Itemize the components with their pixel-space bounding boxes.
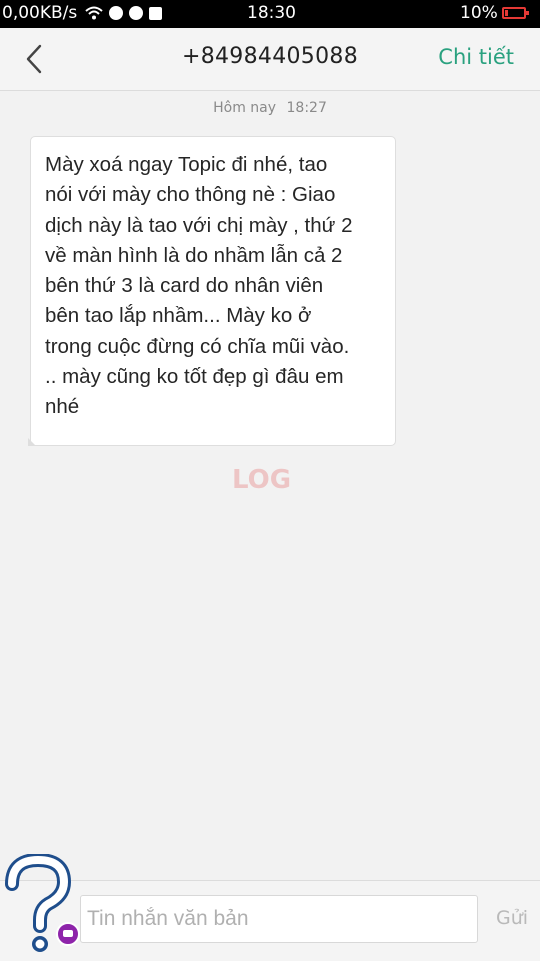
- date-stamp: Hôm nay 18:27: [0, 100, 540, 116]
- facebook-icon: [149, 6, 163, 20]
- message-line: trong cuộc đừng có chĩa mũi vào.: [45, 334, 350, 358]
- network-speed: 0,00KB/s: [2, 3, 78, 23]
- message-line: .. mày cũng ko tốt đẹp gì đâu em: [45, 365, 344, 389]
- chrome-icon: [109, 6, 124, 20]
- message-line: Mày xoá ngay Topic đi nhé, tao: [45, 153, 328, 176]
- battery-percent: 10%: [460, 3, 498, 23]
- status-left: 0,00KB/s: [0, 3, 163, 23]
- help-question-icon[interactable]: [0, 854, 84, 960]
- battery-icon: [502, 7, 529, 19]
- message-line: bên tao lắp nhầm... Mày ko ở: [45, 304, 312, 328]
- bubble-tail: [28, 438, 36, 446]
- message-input[interactable]: [80, 895, 478, 943]
- status-time: 18:30: [247, 3, 296, 23]
- date-label: Hôm nay: [213, 100, 277, 116]
- conversation-header: +84984405088 Chi tiết: [0, 28, 540, 91]
- message-line: về màn hình là do nhầm lẫn cả 2: [45, 243, 343, 267]
- watermark-text: LOG: [232, 465, 291, 495]
- message-line: bên thứ 3 là card do nhân viên: [45, 274, 324, 298]
- date-time: 18:27: [286, 100, 327, 116]
- message-line: dịch này là tao với chị mày , thứ 2: [45, 213, 353, 237]
- wifi-icon: [85, 6, 103, 20]
- message-line: nhé: [45, 395, 80, 419]
- send-button[interactable]: Gửi: [496, 907, 528, 929]
- detail-button[interactable]: Chi tiết: [438, 45, 514, 69]
- watermark-logo: LOG: [232, 465, 291, 495]
- messenger-icon: [129, 6, 144, 20]
- incoming-message-bubble[interactable]: Mày xoá ngay Topic đi nhé, tao nói với m…: [30, 136, 396, 446]
- message-line: nói với mày cho thông nè : Giao: [45, 183, 336, 207]
- status-bar: 0,00KB/s 18:30 10%: [0, 0, 540, 28]
